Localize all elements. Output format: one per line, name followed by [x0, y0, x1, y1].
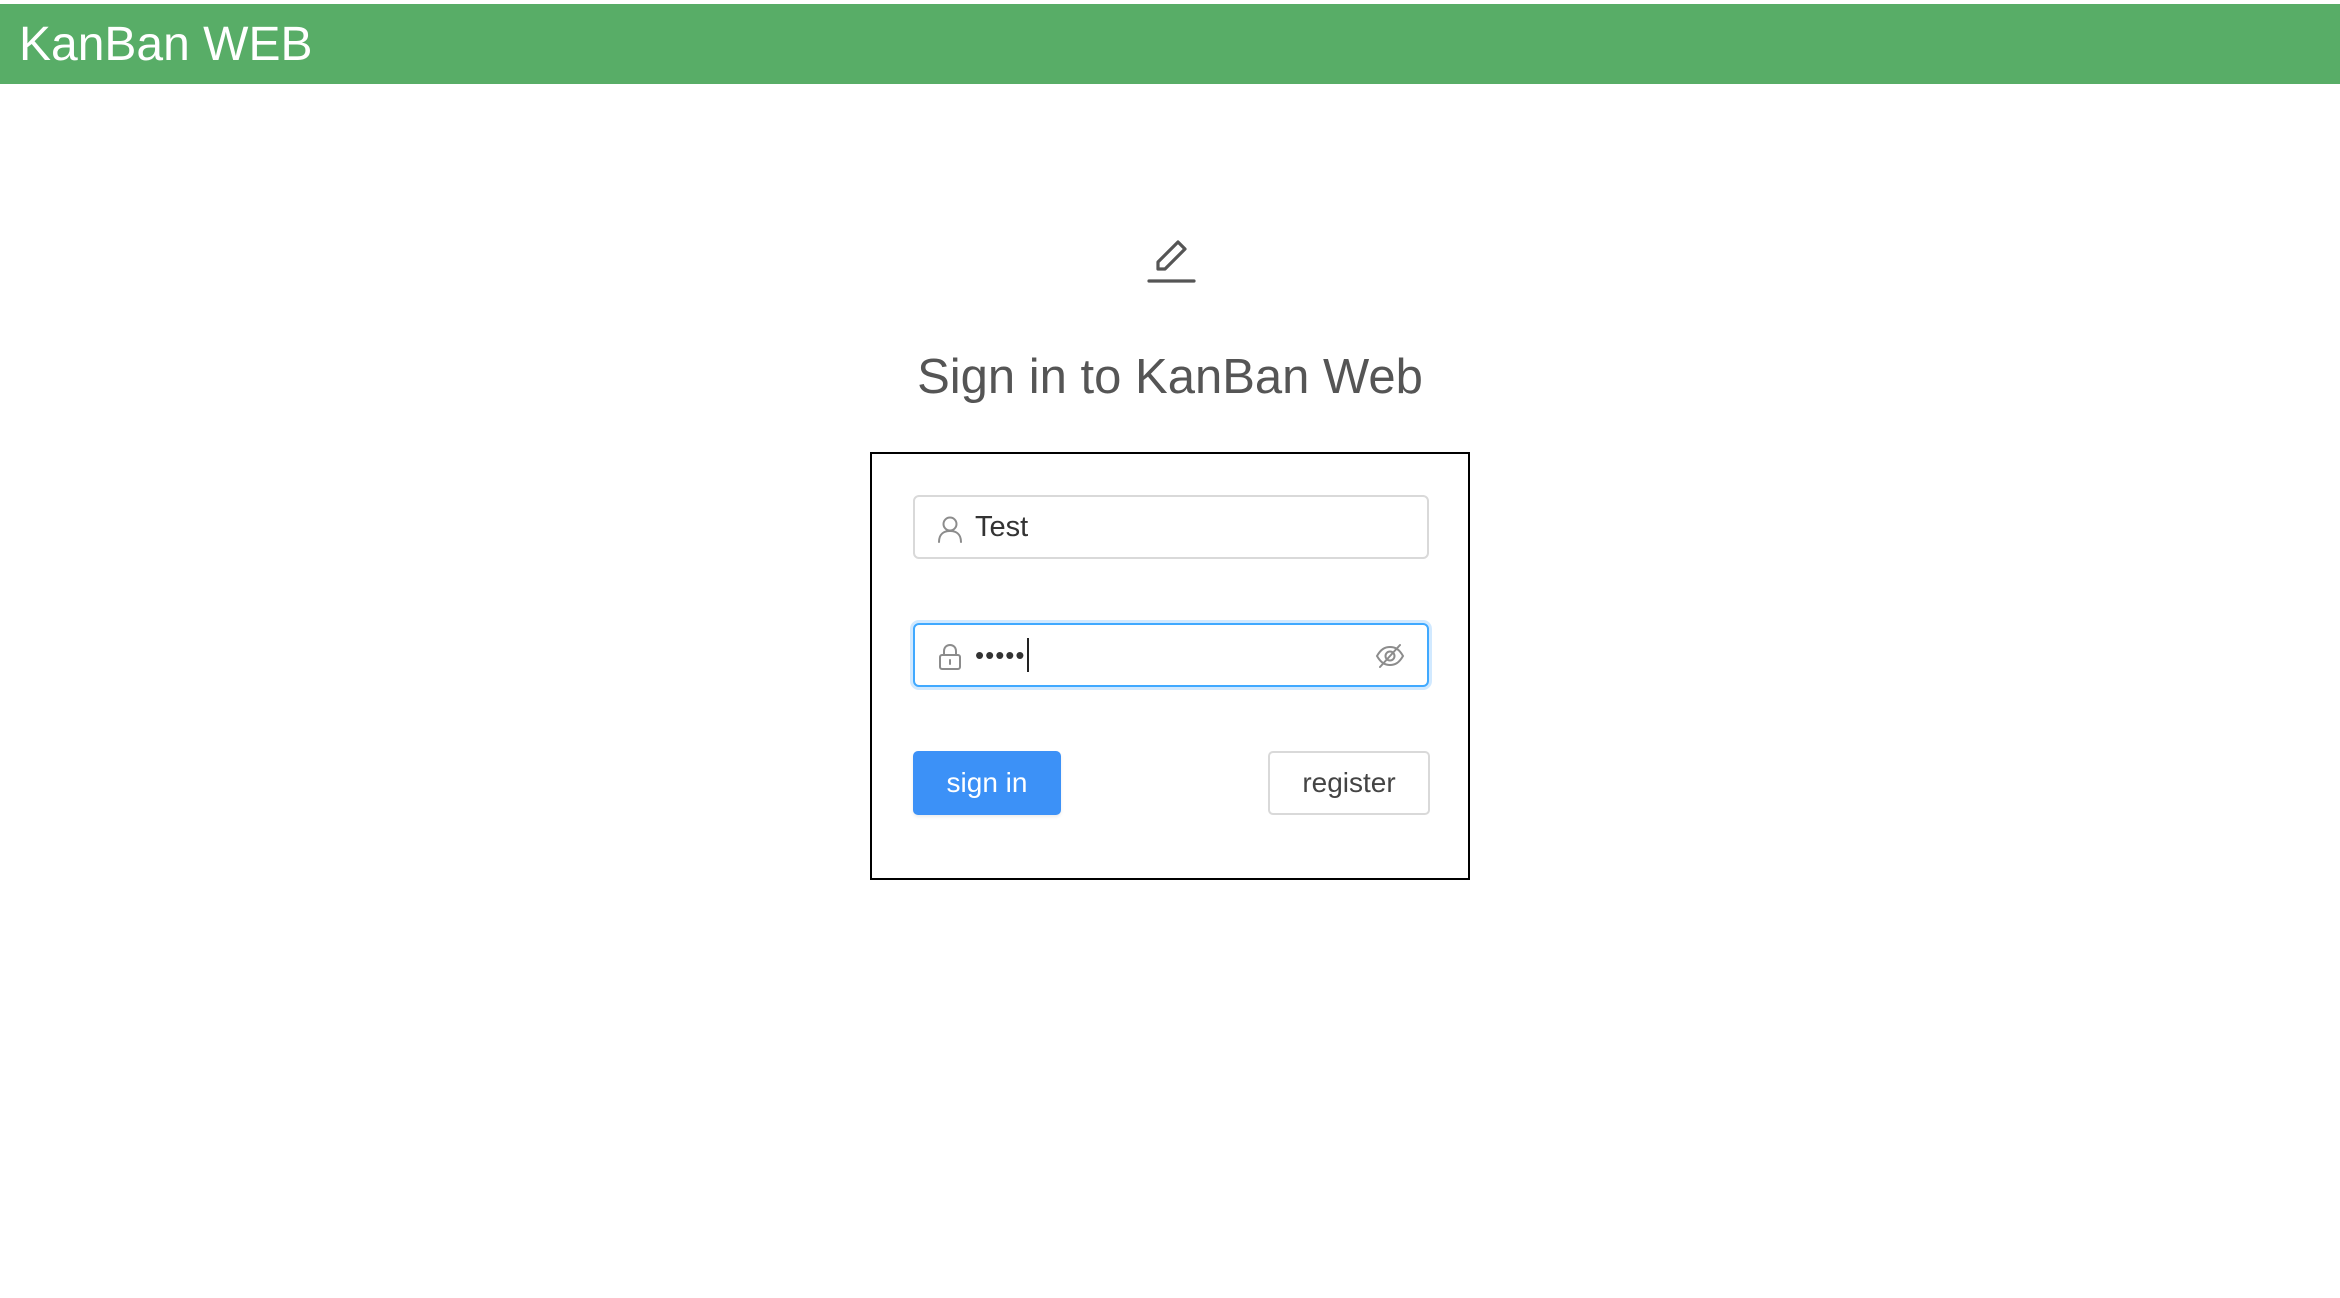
login-form: Test ••••• sign in register [870, 452, 1470, 880]
edit-icon [1147, 240, 1196, 283]
app-title: KanBan WEB [19, 18, 313, 71]
eye-invisible-icon[interactable] [1375, 642, 1405, 670]
password-input[interactable]: ••••• [913, 623, 1429, 687]
password-masked-value: ••••• [975, 640, 1026, 670]
sign-in-button[interactable]: sign in [913, 751, 1061, 815]
user-icon [938, 516, 962, 543]
lock-icon [939, 643, 961, 670]
username-input[interactable]: Test [913, 495, 1429, 559]
text-caret [1026, 638, 1029, 673]
app-header: KanBan WEB [0, 4, 2340, 84]
username-value: Test [975, 511, 1029, 543]
register-button[interactable]: register [1268, 751, 1430, 815]
page-title: Sign in to KanBan Web [917, 350, 1423, 404]
